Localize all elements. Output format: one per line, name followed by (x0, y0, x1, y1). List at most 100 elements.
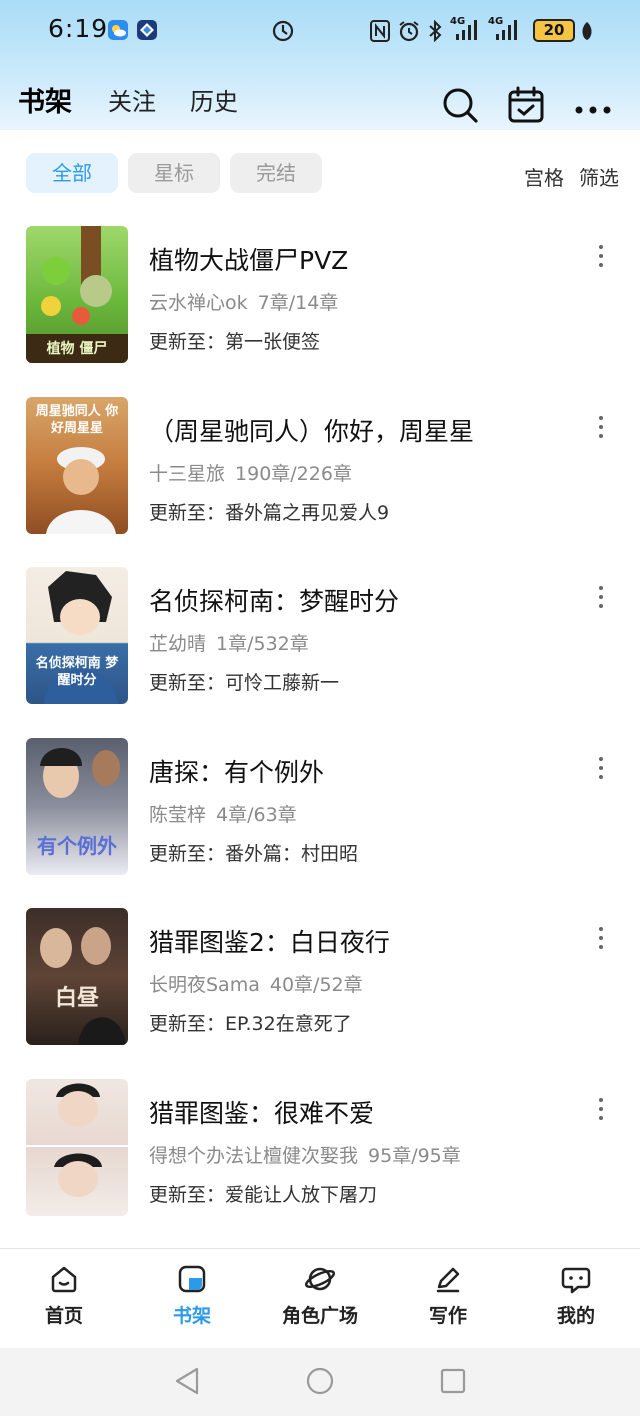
book-cover[interactable]: 植物 僵尸 (26, 226, 128, 363)
book-latest-update: 更新至：可怜工藤新一 (149, 672, 340, 694)
status-bar: 6:19 4G 4G 20 (0, 0, 640, 62)
book-cover[interactable] (26, 1078, 128, 1216)
book-author: 得想个办法让檀健次娶我 (149, 1144, 359, 1167)
book-item[interactable]: 有个例外 唐探：有个例外 陈莹梓 4章/63章 更新至：番外篇：村田昭 (0, 728, 640, 899)
top-header: 书架 关注 历史 (0, 62, 640, 130)
planet-icon (304, 1267, 336, 1291)
tab-follow[interactable]: 关注 (108, 82, 156, 117)
more-vertical-icon[interactable] (592, 1097, 610, 1128)
book-author: 芷幼晴 (149, 633, 207, 655)
book-latest-update: 更新至：番外篇：村田昭 (149, 842, 359, 865)
book-meta: 陈莹梓 4章/63章 (149, 800, 297, 827)
nav-bookshelf[interactable]: 书架 (137, 1263, 247, 1328)
book-item[interactable]: 白昼 猎罪图鉴2：白日夜行 长明夜Sama 40章/52章 更新至：EP.32在意… (0, 898, 640, 1069)
nav-label: 首页 (44, 1305, 83, 1327)
cover-title-text: 名侦探柯南 梦醒时分 (35, 656, 119, 688)
cover-title-text: 植物 僵尸 (46, 341, 108, 357)
book-latest-update: 更新至：EP.32在意死了 (149, 1013, 352, 1035)
book-list: 植物 僵尸 植物大战僵尸PVZ 云水禅心ok 7章/14章 更新至：第一张便签 周… (0, 216, 640, 1239)
tab-history[interactable]: 历史 (190, 82, 238, 117)
book-title[interactable]: 唐探：有个例外 (149, 753, 324, 789)
pen-icon (436, 1267, 460, 1293)
book-meta: 得想个办法让檀健次娶我 95章/95章 (149, 1141, 461, 1168)
signal-icon: 4G (450, 16, 482, 46)
leaf-icon (580, 20, 594, 46)
chat-bubble-icon (561, 1267, 591, 1294)
status-time: 6:19 (48, 14, 109, 43)
cover-title-text: 周星驰同人 你好周星星 (35, 403, 119, 436)
book-title[interactable]: 名侦探柯南：梦醒时分 (149, 582, 399, 618)
nav-label: 写作 (428, 1305, 467, 1327)
book-item[interactable]: 猎罪图鉴：很难不爱 得想个办法让檀健次娶我 95章/95章 更新至：爱能让人放下屠… (0, 1069, 640, 1240)
home-circle-icon[interactable] (305, 1366, 335, 1400)
back-icon[interactable] (173, 1366, 201, 1400)
book-title[interactable]: （周星驰同人）你好，周星星 (149, 412, 474, 448)
book-cover[interactable]: 名侦探柯南 梦醒时分 (26, 567, 128, 704)
book-meta: 芷幼晴 1章/532章 (149, 629, 309, 656)
recent-apps-icon[interactable] (439, 1366, 467, 1400)
calendar-check-icon[interactable] (507, 86, 545, 128)
book-cover[interactable]: 有个例外 (26, 737, 128, 875)
book-latest-update: 更新至：爱能让人放下屠刀 (149, 1183, 378, 1206)
network-type-label: 4G (488, 16, 504, 27)
grid-view-button[interactable]: 宫格 (524, 162, 564, 191)
book-title[interactable]: 猎罪图鉴2：白日夜行 (149, 923, 390, 959)
bottom-navigation: 首页 书架 角色广场 写作 我的 (0, 1248, 640, 1348)
app-icon (137, 20, 157, 44)
book-author: 陈莹梓 (149, 803, 207, 826)
book-title[interactable]: 猎罪图鉴：很难不爱 (149, 1094, 374, 1130)
nav-label: 角色广场 (281, 1305, 358, 1327)
book-author: 长明夜Sama (149, 974, 260, 996)
book-latest-update: 更新至：番外篇之再见爱人9 (149, 501, 390, 524)
bluetooth-icon (428, 19, 442, 46)
book-author: 十三星旅 (149, 462, 226, 485)
book-progress: 190章/226章 (235, 462, 352, 485)
filter-chip-all[interactable]: 全部 (26, 153, 118, 193)
nav-character-square[interactable]: 角色广场 (265, 1263, 375, 1328)
cover-title-text: 有个例外 (37, 833, 117, 858)
search-icon[interactable] (441, 86, 479, 128)
book-cover[interactable]: 周星驰同人 你好周星星 (26, 396, 128, 534)
bookshelf-icon (178, 1265, 206, 1293)
battery-indicator: 20 (533, 19, 575, 42)
more-vertical-icon[interactable] (592, 245, 610, 275)
cover-title-text: 白昼 (54, 985, 99, 1011)
filter-button[interactable]: 筛选 (579, 162, 619, 191)
system-navigation-bar (0, 1348, 640, 1416)
nav-home[interactable]: 首页 (9, 1263, 119, 1328)
book-latest-update: 更新至：第一张便签 (149, 331, 321, 353)
book-author: 云水禅心ok (149, 292, 248, 314)
book-meta: 云水禅心ok 7章/14章 (149, 288, 338, 315)
alarm-icon (398, 20, 420, 46)
more-vertical-icon[interactable] (592, 415, 610, 446)
data-saver-icon (272, 20, 294, 46)
book-progress: 95章/95章 (368, 1144, 461, 1167)
book-item[interactable]: 名侦探柯南 梦醒时分 名侦探柯南：梦醒时分 芷幼晴 1章/532章 更新至：可怜工… (0, 557, 640, 728)
book-item[interactable]: 周星驰同人 你好周星星 （周星驰同人）你好，周星星 十三星旅 190章/226章 … (0, 387, 640, 558)
signal-icon: 4G (488, 16, 524, 46)
nav-writing[interactable]: 写作 (393, 1263, 503, 1328)
book-meta: 十三星旅 190章/226章 (149, 459, 352, 486)
home-icon (51, 1266, 77, 1293)
nav-mine[interactable]: 我的 (521, 1263, 631, 1328)
more-horizontal-icon[interactable] (574, 100, 612, 119)
tab-bookshelf[interactable]: 书架 (18, 80, 72, 119)
nav-label: 书架 (172, 1305, 211, 1327)
filter-chip-completed[interactable]: 完结 (230, 153, 322, 193)
weather-icon (108, 20, 128, 44)
book-progress: 7章/14章 (257, 292, 339, 314)
filter-bar: 全部 星标 完结 宫格 筛选 (0, 130, 640, 216)
book-cover[interactable]: 白昼 (26, 908, 128, 1045)
network-type-label: 4G (450, 16, 466, 27)
filter-chip-starred[interactable]: 星标 (128, 153, 220, 193)
nfc-icon (370, 20, 390, 46)
book-progress: 40章/52章 (269, 974, 363, 996)
more-vertical-icon[interactable] (592, 586, 610, 616)
book-progress: 4章/63章 (216, 803, 297, 826)
book-item[interactable]: 植物 僵尸 植物大战僵尸PVZ 云水禅心ok 7章/14章 更新至：第一张便签 (0, 216, 640, 387)
book-title[interactable]: 植物大战僵尸PVZ (149, 241, 348, 277)
book-progress: 1章/532章 (216, 633, 309, 655)
more-vertical-icon[interactable] (592, 756, 610, 787)
book-meta: 长明夜Sama 40章/52章 (149, 970, 363, 997)
more-vertical-icon[interactable] (592, 927, 610, 957)
